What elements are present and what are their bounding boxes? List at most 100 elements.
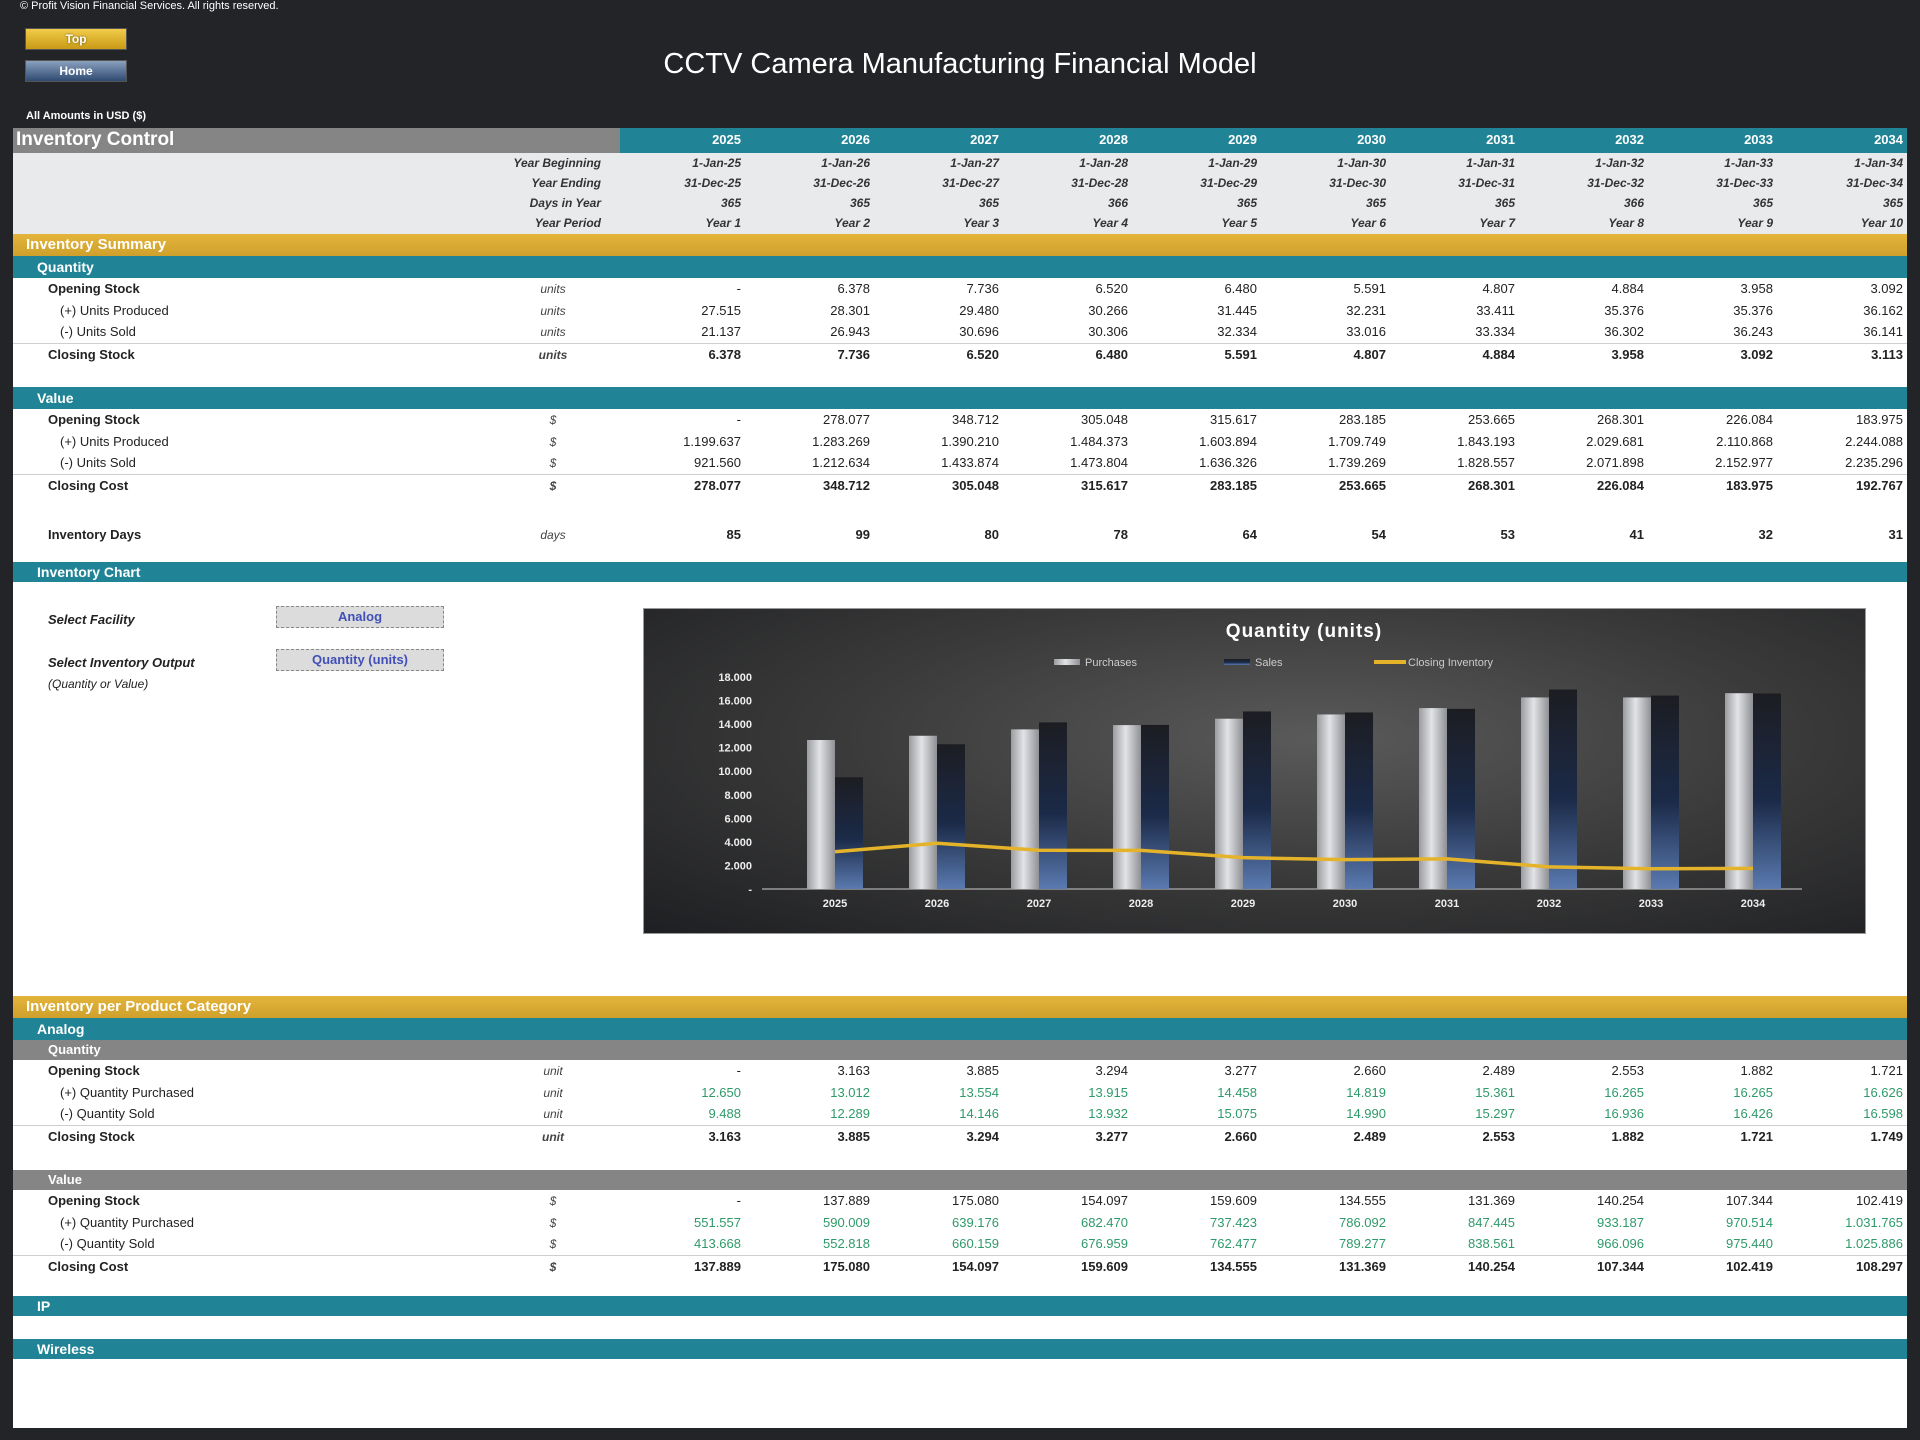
- period-info-value: 365: [1236, 196, 1257, 210]
- row-label: (+) Units Produced: [60, 302, 169, 318]
- section-header-per-category: Inventory per Product Category: [13, 996, 1907, 1018]
- select-facility-label: Select Facility: [48, 612, 135, 627]
- period-info-value: 365: [1365, 196, 1386, 210]
- value-cell: 14.146: [959, 1106, 999, 1121]
- row-unit: unit: [543, 1085, 563, 1100]
- value-cell: 2.071.898: [1586, 455, 1644, 470]
- row-unit: unit: [543, 1064, 563, 1078]
- subheader-value: Value: [13, 387, 1907, 409]
- value-cell: 1.025.886: [1845, 1236, 1903, 1251]
- subheader-quantity: Quantity: [13, 256, 1907, 278]
- subheader-analog-quantity: Quantity: [13, 1040, 1907, 1060]
- y-tick-label: 12.000: [718, 743, 752, 755]
- period-info-value: 31-Dec-28: [1071, 176, 1128, 190]
- section-title: Inventory Control: [16, 129, 175, 150]
- select-output-dropdown[interactable]: Quantity (units): [276, 649, 444, 671]
- value-cell: 33.016: [1346, 324, 1386, 339]
- category-header-analog: Analog: [13, 1018, 1907, 1040]
- value-cell: 32.231: [1346, 302, 1386, 318]
- period-info-value: 1-Jan-31: [1466, 156, 1515, 170]
- category-header-ip[interactable]: IP: [13, 1296, 1907, 1316]
- period-info-value: 31-Dec-29: [1200, 176, 1257, 190]
- table-row: Closing Cost $278.077 348.712 305.048 315.61…: [13, 473, 1907, 497]
- value-cell: 15.075: [1217, 1106, 1257, 1121]
- period-info-value: Year 10: [1860, 216, 1903, 230]
- row-label: Closing Stock: [48, 1128, 135, 1144]
- value-cell: 966.096: [1597, 1236, 1644, 1251]
- x-tick-label: 2031: [1435, 898, 1459, 910]
- line-closing-inventory: [834, 841, 1754, 871]
- value-cell: 226.084: [1726, 412, 1773, 427]
- value-cell: 54: [1371, 527, 1386, 542]
- select-facility-dropdown[interactable]: Analog: [276, 606, 444, 628]
- value-cell: 35.376: [1733, 302, 1773, 318]
- category-header-wireless[interactable]: Wireless: [13, 1339, 1907, 1359]
- period-info-value: Year 9: [1737, 216, 1773, 230]
- x-tick-label: 2034: [1741, 898, 1766, 910]
- value-cell: 1.636.326: [1199, 455, 1257, 470]
- top-button[interactable]: Top: [25, 28, 127, 50]
- value-cell: 552.818: [823, 1236, 870, 1251]
- value-cell: 3.885: [837, 1128, 870, 1144]
- value-cell: 16.626: [1863, 1084, 1903, 1100]
- row-label: (-) Units Sold: [60, 324, 136, 339]
- year-header-cell: 2025: [712, 132, 741, 147]
- value-cell: 1.199.637: [683, 433, 741, 449]
- row-label: Opening Stock: [48, 1063, 140, 1078]
- value-cell: 1.721: [1740, 1128, 1773, 1144]
- value-cell: 7.736: [966, 281, 999, 296]
- row-unit: $: [549, 456, 557, 470]
- value-cell: 6.480: [1095, 346, 1128, 362]
- bar-purchases: [1011, 729, 1039, 889]
- value-cell: 2.152.977: [1715, 455, 1773, 470]
- value-cell: 140.254: [1468, 1258, 1515, 1274]
- table-row: Inventory Days days 85 99 80 78 64 54 53 41 32 31: [13, 524, 1907, 546]
- bar-sales: [1039, 722, 1067, 889]
- table-row: (-) Quantity Sold unit 9.488 12.289 14.146 13…: [13, 1103, 1907, 1125]
- value-cell: 12.289: [830, 1106, 870, 1121]
- value-cell: 921.560: [694, 455, 741, 470]
- value-cell: 3.958: [1611, 346, 1644, 362]
- row-label: Opening Stock: [48, 281, 140, 296]
- value-cell: 183.975: [1726, 477, 1773, 493]
- value-cell: 85: [726, 527, 741, 542]
- bar-purchases: [1317, 714, 1345, 889]
- value-cell: 838.561: [1468, 1236, 1515, 1251]
- category-title: Analog: [37, 1021, 85, 1037]
- value-cell: 9.488: [708, 1106, 741, 1121]
- value-cell: 21.137: [701, 324, 741, 339]
- value-cell: 14.458: [1217, 1084, 1257, 1100]
- row-label: (-) Quantity Sold: [60, 1236, 155, 1251]
- period-info-value: 31-Dec-26: [813, 176, 870, 190]
- period-info-value: 31-Dec-31: [1458, 176, 1515, 190]
- value-cell: 2.489: [1353, 1128, 1386, 1144]
- value-cell: 36.162: [1863, 302, 1903, 318]
- value-cell: 253.665: [1468, 412, 1515, 427]
- value-cell: 2.235.296: [1845, 455, 1903, 470]
- x-tick-label: 2027: [1027, 898, 1051, 910]
- value-cell: 2.553: [1611, 1063, 1644, 1078]
- value-cell: 2.660: [1353, 1063, 1386, 1078]
- row-label: (-) Quantity Sold: [60, 1106, 155, 1121]
- row-label: Closing Cost: [48, 477, 129, 493]
- section-header-inventory-summary: Inventory Summary: [13, 234, 1907, 256]
- bar-purchases: [807, 740, 835, 889]
- value-cell: 16.598: [1863, 1106, 1903, 1121]
- legend-label: Purchases: [1085, 657, 1137, 669]
- value-cell: 183.975: [1856, 412, 1903, 427]
- x-tick-label: 2028: [1129, 898, 1153, 910]
- value-cell: 2.489: [1482, 1063, 1515, 1078]
- value-cell: 30.696: [959, 324, 999, 339]
- year-header-row: 2025 2026 2027 2028 2029 2030 2031 2032 2033 2034: [620, 128, 1907, 153]
- value-cell: 16.265: [1604, 1084, 1644, 1100]
- period-info-label: Year Beginning: [513, 156, 601, 170]
- section-header-inventory-control: Inventory Control: [13, 128, 620, 153]
- period-info-value: 366: [1107, 196, 1128, 210]
- value-cell: 268.301: [1468, 477, 1515, 493]
- y-tick-label: 6.000: [724, 813, 752, 825]
- bar-purchases: [1623, 697, 1651, 889]
- value-cell: 737.423: [1210, 1214, 1257, 1230]
- value-cell: 1.603.894: [1199, 433, 1257, 449]
- period-info-value: Year 4: [1092, 216, 1128, 230]
- value-cell: 12.650: [701, 1084, 741, 1100]
